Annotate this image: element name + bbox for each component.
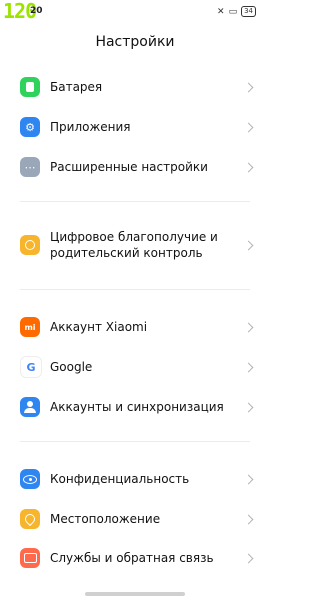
settings-item-label: Местоположение — [50, 512, 161, 526]
google-icon: G — [20, 356, 42, 378]
settings-item-advanced[interactable]: ⋯ Расширенные настройки — [0, 152, 270, 182]
status-icons: ✕ ▭ 34 — [217, 6, 256, 17]
eye-icon — [20, 469, 40, 489]
status-time: 20 — [30, 6, 43, 16]
chevron-right-icon — [243, 240, 254, 250]
battery-icon — [20, 77, 40, 97]
settings-item-label: Расширенные настройки — [50, 160, 208, 174]
settings-item-label: Аккаунты и синхронизация — [50, 400, 224, 414]
settings-item-label: Цифровое благополучие и родительский кон… — [50, 230, 218, 260]
settings-item-label: Приложения — [50, 120, 131, 134]
location-icon — [20, 509, 40, 529]
settings-item-apps[interactable]: ⚙ Приложения — [0, 112, 270, 142]
settings-item-label: Конфиденциальность — [50, 472, 190, 486]
settings-item-digital-wellbeing[interactable]: Цифровое благополучие и родительский кон… — [0, 222, 270, 268]
settings-item-label: Google — [50, 360, 93, 374]
chevron-right-icon — [243, 553, 254, 563]
settings-item-feedback[interactable]: Службы и обратная связь — [0, 543, 270, 573]
chevron-right-icon — [243, 402, 254, 412]
battery-level: 34 — [241, 6, 256, 17]
family-icon — [20, 235, 40, 255]
chevron-right-icon — [243, 474, 254, 484]
settings-item-label: Батарея — [50, 80, 103, 94]
settings-item-label: Аккаунт Xiaomi — [50, 320, 148, 334]
chevron-right-icon — [243, 122, 254, 132]
settings-item-battery[interactable]: Батарея — [0, 72, 270, 102]
chevron-right-icon — [243, 514, 254, 524]
more-icon: ⋯ — [20, 157, 40, 177]
gear-icon: ⚙ — [20, 117, 40, 137]
status-bar: 120 20 ✕ ▭ 34 — [0, 0, 270, 24]
divider — [20, 289, 250, 290]
settings-item-privacy[interactable]: Конфиденциальность — [0, 464, 270, 494]
settings-item-location[interactable]: Местоположение — [0, 504, 270, 534]
divider — [20, 201, 250, 202]
chevron-right-icon — [243, 322, 254, 332]
feedback-icon — [20, 548, 40, 568]
sim-icon: ▭ — [228, 6, 238, 17]
chevron-right-icon — [243, 82, 254, 92]
xiaomi-icon: mi — [20, 317, 40, 337]
account-icon — [20, 397, 40, 417]
mute-icon: ✕ — [217, 6, 225, 17]
settings-item-google[interactable]: G Google — [0, 352, 270, 382]
chevron-right-icon — [243, 162, 254, 172]
home-indicator[interactable] — [85, 592, 185, 596]
settings-item-label: Службы и обратная связь — [50, 551, 214, 565]
chevron-right-icon — [243, 362, 254, 372]
divider — [20, 441, 250, 442]
page-title: Настройки — [95, 34, 175, 50]
settings-item-accounts-sync[interactable]: Аккаунты и синхронизация — [0, 392, 270, 422]
settings-item-xiaomi-account[interactable]: mi Аккаунт Xiaomi — [0, 312, 270, 342]
